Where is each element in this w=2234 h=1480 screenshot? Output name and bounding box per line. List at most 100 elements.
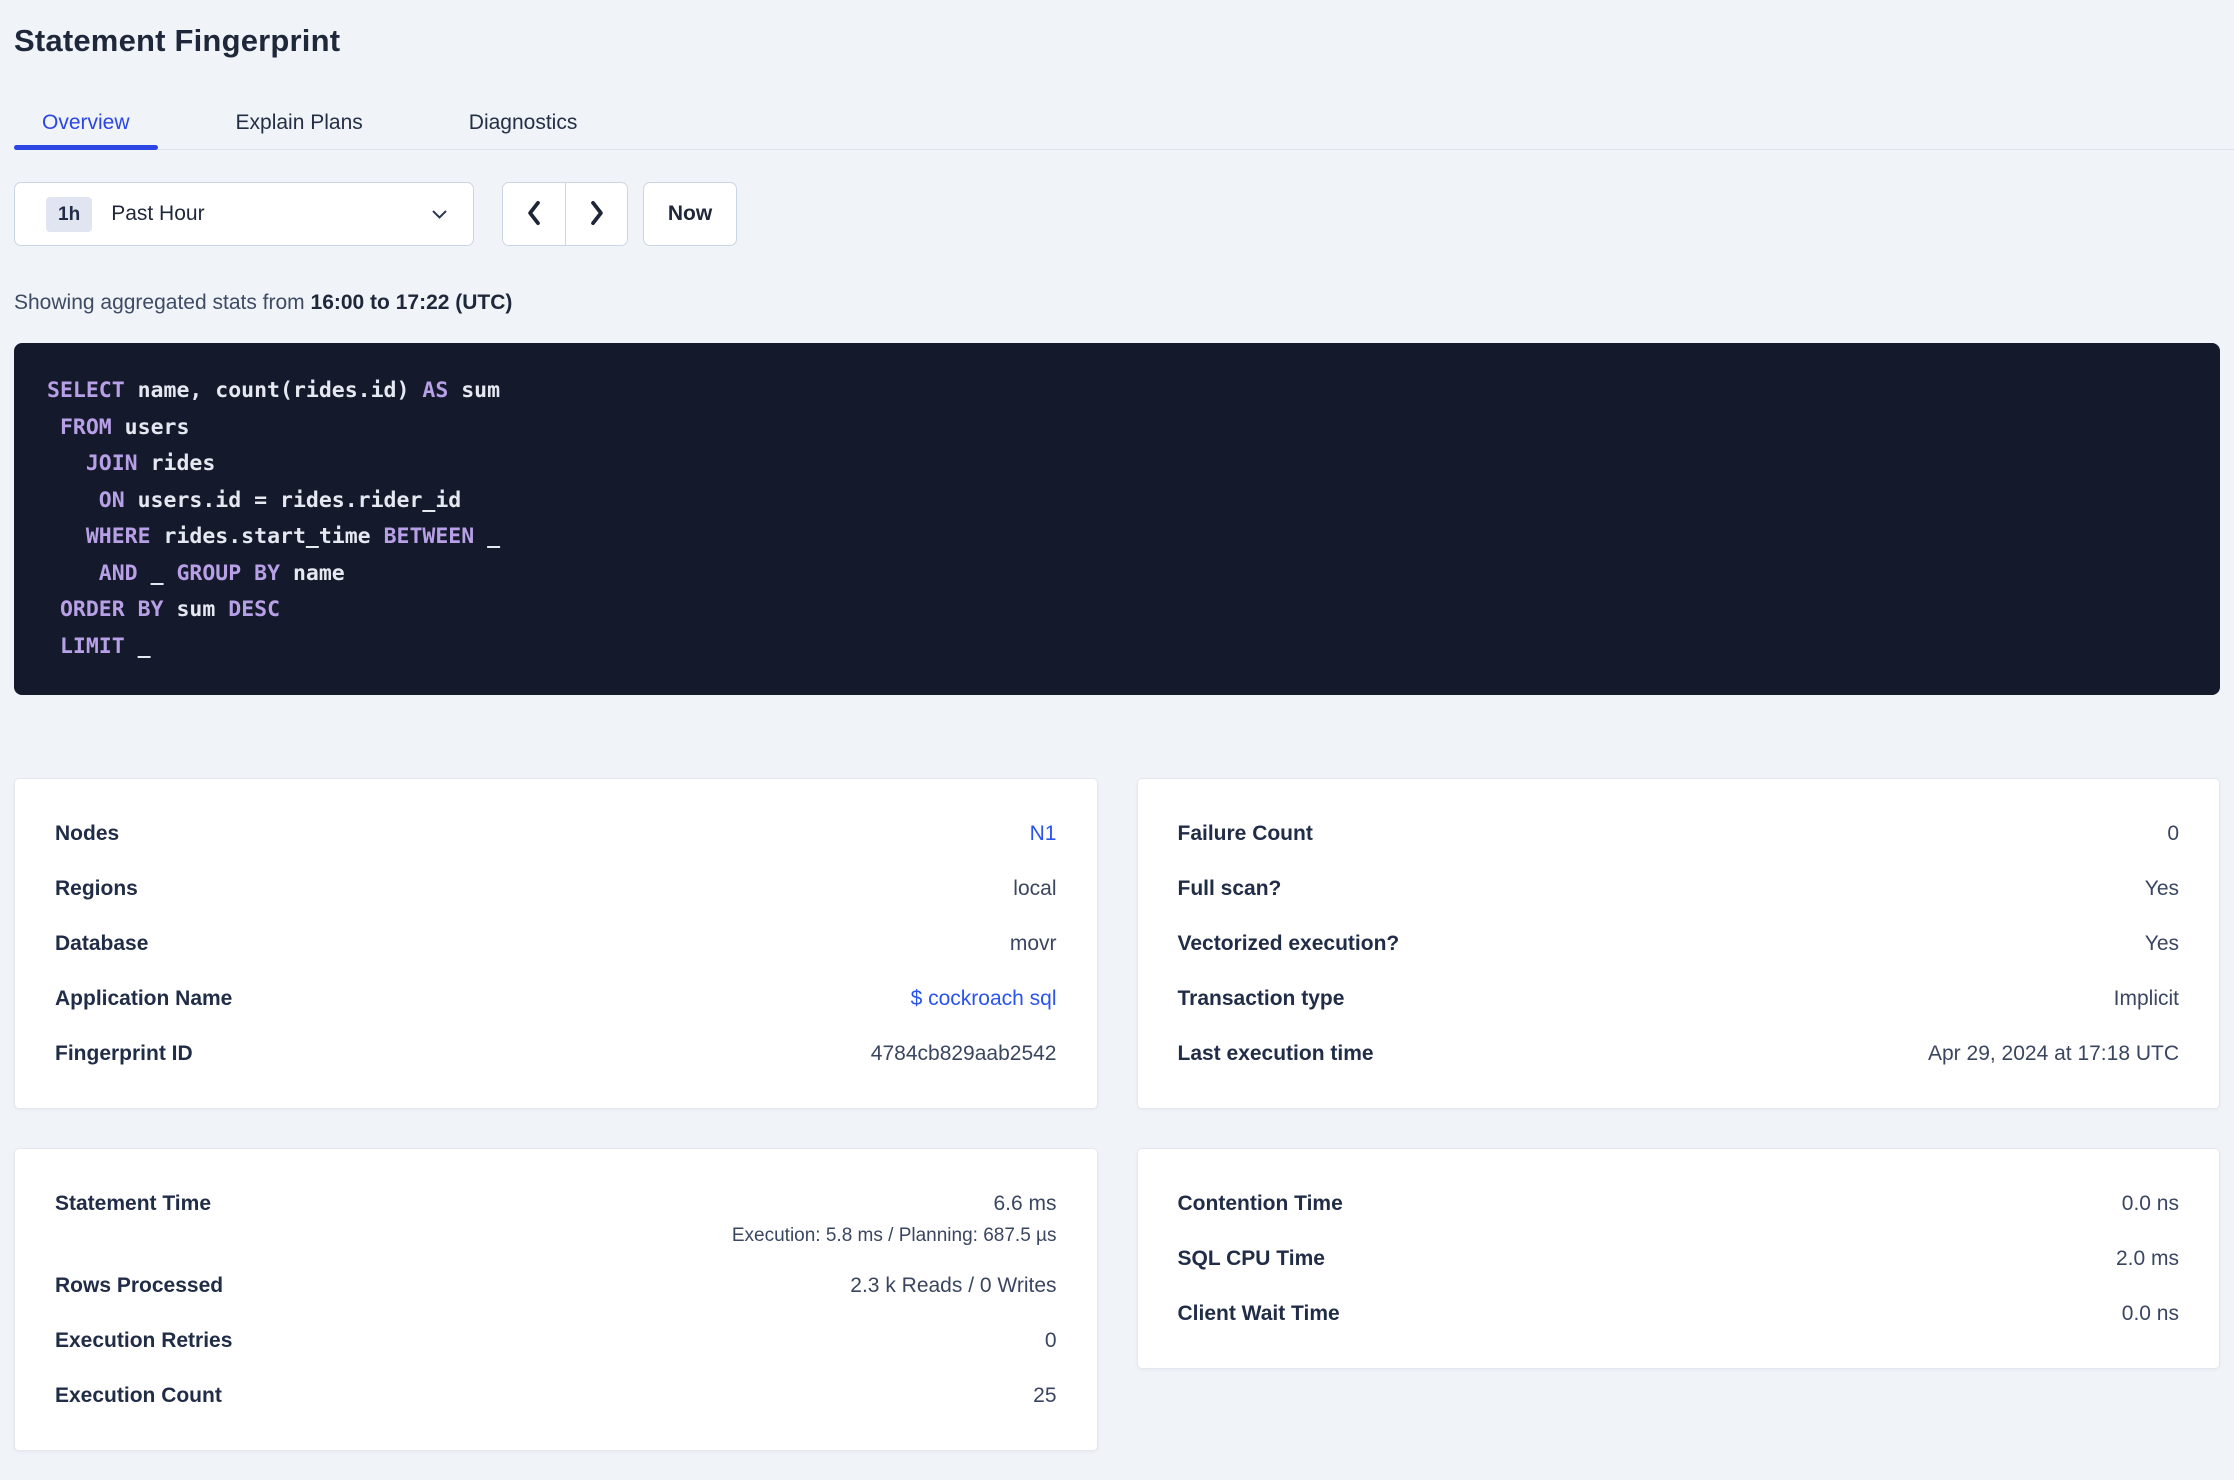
row-value: Yes [2144,932,2179,955]
card-row: Statement Time 6.6 ms Execution: 5.8 ms / … [55,1176,1057,1258]
row-value: 2.3 k Reads / 0 Writes [850,1274,1057,1297]
row-value-wrap: 4784cb829aab2542 [871,1026,1057,1081]
time-range-label: Past Hour [111,202,205,225]
card-row: Fingerprint ID 4784cb829aab2542 [55,1026,1057,1081]
tab-explain-plans[interactable]: Explain Plans [208,96,391,149]
row-value-wrap: 0 [2167,806,2179,861]
row-label: Client Wait Time [1177,1302,1340,1325]
row-value-wrap: 0 [1045,1313,1057,1368]
row-value: 6.6 ms [993,1192,1057,1215]
row-value-wrap: Yes [2145,916,2179,971]
row-value: 0 [2167,822,2179,845]
sql-line: ON users.id = rides.rider_id [98,487,462,513]
sql-line: LIMIT _ [59,633,151,659]
row-label: Failure Count [1177,822,1313,845]
card-row: Vectorized execution? Yes [1178,916,2180,971]
stats-line-prefix: Showing aggregated stats from [14,291,305,314]
sql-line: JOIN rides [85,451,216,476]
row-value-wrap: movr [1010,916,1057,971]
row-value-wrap: $ cockroach sql [911,971,1057,1026]
row-value-wrap: 0.0 ns [2122,1286,2179,1341]
tab-bar: Overview Explain Plans Diagnostics [14,96,2234,150]
row-value: 0.0 ns [2121,1192,2179,1215]
card-row: Client Wait Time 0.0 ns [1178,1286,2180,1341]
next-range-button[interactable] [565,183,627,245]
row-value: Implicit [2113,987,2179,1010]
card-row: Execution Retries 0 [55,1313,1057,1368]
row-value: 0 [1044,1329,1057,1352]
row-value-wrap: local [1013,861,1056,916]
row-label: Execution Retries [55,1329,233,1352]
row-value: 25 [1033,1384,1057,1407]
row-label: Last execution time [1177,1042,1374,1065]
time-picker-toolbar: 1h Past Hour Now [14,182,2220,246]
row-label: Execution Count [55,1384,222,1407]
card-row: Rows Processed 2.3 k Reads / 0 Writes [55,1258,1057,1313]
card-row: Application Name $ cockroach sql [55,971,1057,1026]
statement-fingerprint-page: Statement Fingerprint Overview Explain Pl… [0,22,2234,1451]
aggregated-stats-line: Showing aggregated stats from 16:00 to 1… [14,291,2220,315]
card-row: Database movr [55,916,1057,971]
summary-cards: Nodes N1 Regions local Database movr Applicati… [14,778,2220,1451]
card-row: Full scan? Yes [1178,861,2180,916]
resource-usage-card: Contention Time 0.0 ns SQL CPU Time 2.0 ms C… [1136,1148,2220,1369]
row-label: Regions [55,877,138,900]
time-range-step-buttons [502,182,628,246]
stats-line-range: 16:00 to 17:22 (UTC) [310,291,513,314]
tab-diagnostics[interactable]: Diagnostics [441,96,606,149]
sql-line: ORDER BY sum DESC [59,597,281,622]
row-subvalue: Execution: 5.8 ms / Planning: 687.5 µs [731,1225,1057,1246]
row-value-wrap: Implicit [2114,971,2179,1026]
card-row: Contention Time 0.0 ns [1178,1176,2180,1231]
row-value: movr [1009,932,1057,955]
time-range-dropdown[interactable]: 1h Past Hour [14,182,474,246]
previous-range-button[interactable] [503,183,565,245]
card-row: Regions local [55,861,1057,916]
row-value-wrap: 0.0 ns [2122,1176,2179,1231]
row-value-wrap: 25 [1033,1368,1056,1423]
statement-times-card: Statement Time 6.6 ms Execution: 5.8 ms / … [14,1148,1098,1451]
row-label: Nodes [55,822,120,845]
page-title: Statement Fingerprint [14,23,341,58]
row-label: Fingerprint ID [55,1042,193,1065]
row-value-wrap: 2.0 ms [2116,1231,2179,1286]
row-label: Contention Time [1177,1192,1343,1215]
now-button[interactable]: Now [643,182,737,246]
row-value: Apr 29, 2024 at 17:18 UTC [1928,1042,2179,1065]
sql-line: SELECT name, count(rides.id) AS sum [47,378,501,403]
time-range-badge: 1h [46,196,93,232]
row-label: Full scan? [1177,877,1282,900]
sql-line: FROM users [59,414,190,440]
chevron-left-icon [525,199,543,230]
row-value-wrap: 2.3 k Reads / 0 Writes [850,1258,1056,1313]
row-label: SQL CPU Time [1177,1247,1325,1270]
row-label: Application Name [55,987,233,1010]
row-value: 4784cb829aab2542 [870,1042,1057,1065]
sql-line: WHERE rides.start_time BETWEEN _ [85,524,501,549]
row-value-wrap: N1 [1030,806,1057,861]
chevron-right-icon [588,199,606,230]
row-value: 2.0 ms [2115,1247,2179,1270]
chevron-down-icon [430,205,449,224]
row-label: Statement Time [55,1192,211,1215]
card-row: Failure Count 0 [1178,806,2180,861]
tab-overview[interactable]: Overview [14,96,158,150]
row-value-wrap: Yes [2145,861,2179,916]
statement-details-card: Nodes N1 Regions local Database movr Applicati… [14,778,1098,1109]
row-label: Rows Processed [55,1274,224,1297]
sql-line: AND _ GROUP BY name [98,560,345,586]
row-value-wrap: Apr 29, 2024 at 17:18 UTC [1928,1026,2179,1081]
sql-statement-box: SELECT name, count(rides.id) AS sum FROM… [14,343,2220,695]
row-value-link[interactable]: $ cockroach sql [911,987,1057,1010]
row-value-link[interactable]: N1 [1030,822,1057,845]
card-row: Nodes N1 [55,806,1057,861]
execution-attributes-card: Failure Count 0 Full scan? Yes Vectorized ex… [1136,778,2220,1109]
row-label: Transaction type [1177,987,1345,1010]
card-row: Last execution time Apr 29, 2024 at 17:18… [1178,1026,2180,1081]
row-value: 0.0 ns [2121,1302,2179,1325]
row-label: Vectorized execution? [1177,932,1400,955]
row-value: Yes [2144,877,2179,900]
row-label: Database [55,932,149,955]
row-value: local [1013,877,1057,900]
card-row: Execution Count 25 [55,1368,1057,1423]
